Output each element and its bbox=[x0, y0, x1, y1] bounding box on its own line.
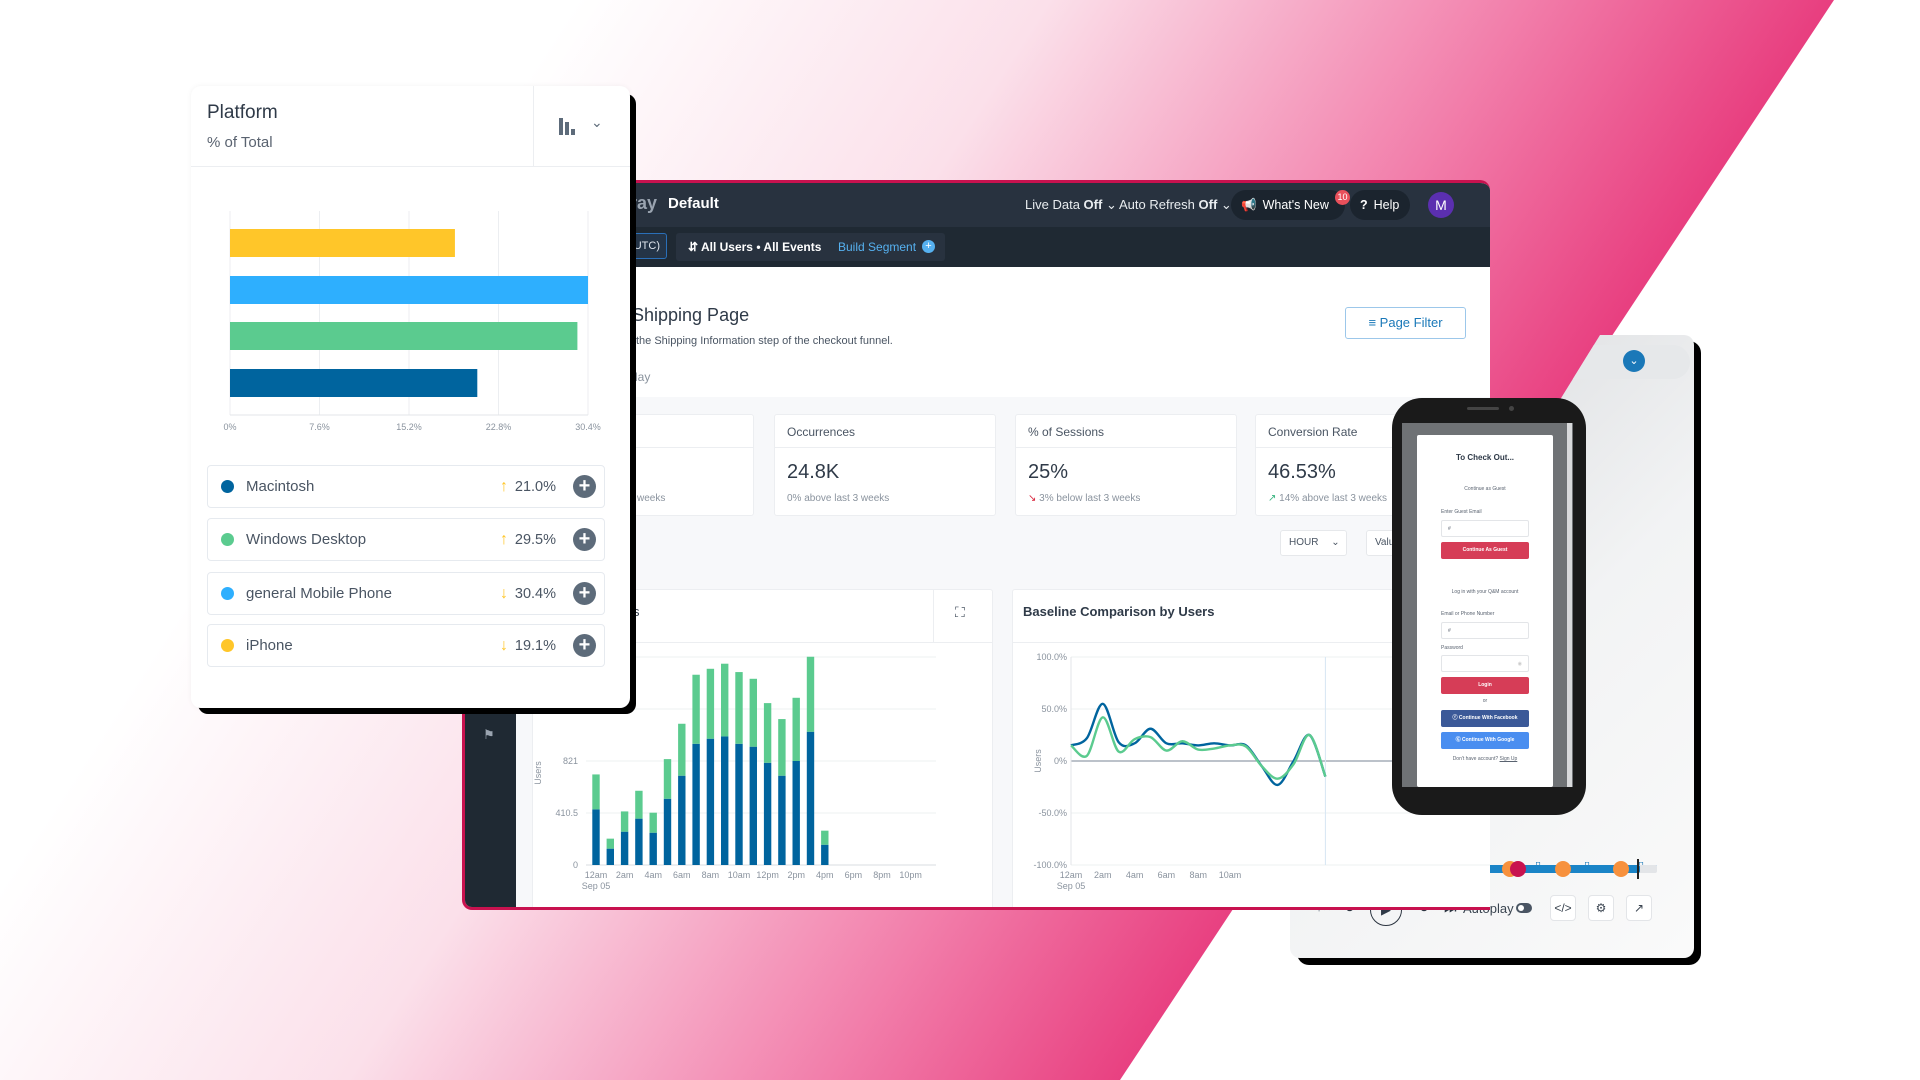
continue-as-guest-button[interactable]: Continue As Guest bbox=[1441, 542, 1529, 559]
series-line-secondary bbox=[1070, 716, 1327, 780]
checkout-title: To Check Out... bbox=[1455, 453, 1515, 462]
platform-name: Windows Desktop bbox=[246, 531, 367, 548]
playhead[interactable] bbox=[1637, 859, 1639, 879]
email-label: Email or Phone Number bbox=[1441, 611, 1495, 617]
platform-name: iPhone bbox=[246, 637, 293, 654]
y-tick-label: 100.0% bbox=[1036, 652, 1067, 662]
platform-name: Macintosh bbox=[246, 478, 315, 495]
or-divider: or bbox=[1482, 698, 1488, 704]
platform-percent: 30.4% bbox=[514, 585, 556, 602]
add-filter-icon[interactable]: + bbox=[573, 528, 596, 551]
platform-row[interactable]: general Mobile Phone ↓ 30.4% + bbox=[207, 572, 605, 615]
facebook-label: Continue With Facebook bbox=[1458, 715, 1518, 721]
x-tick-label: 22.8% bbox=[486, 422, 512, 432]
legend-dot bbox=[221, 587, 234, 600]
autoplay-toggle[interactable] bbox=[1516, 903, 1532, 913]
scrollbar[interactable] bbox=[1567, 423, 1572, 787]
email-input[interactable]: # bbox=[1441, 622, 1529, 639]
y-axis-label: Users bbox=[1033, 749, 1043, 773]
x-tick-label: 30.4% bbox=[575, 422, 601, 432]
x-sub-label: Sep 05 bbox=[1057, 881, 1086, 891]
bar-iphone bbox=[230, 229, 455, 257]
phone-screen: To Check Out... Continue as Guest Enter … bbox=[1402, 423, 1573, 787]
open-external-icon[interactable]: ↗ bbox=[1626, 895, 1652, 921]
sign-up-link[interactable]: Sign Up bbox=[1500, 756, 1518, 762]
y-tick-label: 0% bbox=[1054, 756, 1067, 766]
platform-row[interactable]: Macintosh ↑ 21.0% + bbox=[207, 465, 605, 508]
x-tick-label: 0% bbox=[223, 422, 236, 432]
y-tick-label: -50.0% bbox=[1038, 808, 1067, 818]
y-tick-label: 50.0% bbox=[1041, 704, 1067, 714]
x-tick-label: 7.6% bbox=[309, 422, 330, 432]
y-tick-label: -100.0% bbox=[1033, 860, 1067, 870]
phone-mockup: To Check Out... Continue as Guest Enter … bbox=[1392, 398, 1586, 815]
google-button[interactable]: Ⓖ Continue With Google bbox=[1441, 732, 1529, 749]
add-filter-icon[interactable]: + bbox=[573, 634, 596, 657]
password-label: Password bbox=[1441, 645, 1463, 651]
add-filter-icon[interactable]: + bbox=[573, 475, 596, 498]
phone-speaker bbox=[1467, 407, 1499, 410]
x-tick-label: 4am bbox=[1126, 870, 1144, 880]
legend-dot bbox=[221, 480, 234, 493]
no-account-text: Don't have account? bbox=[1452, 756, 1499, 762]
facebook-button[interactable]: ⓕ Continue With Facebook bbox=[1441, 710, 1529, 727]
guest-email-label: Enter Guest Email bbox=[1441, 509, 1482, 515]
arrow-down-icon: ↓ bbox=[500, 636, 508, 654]
password-input[interactable]: ◉ bbox=[1441, 655, 1529, 672]
platform-row[interactable]: Windows Desktop ↑ 29.5% + bbox=[207, 518, 605, 561]
arrow-up-icon: ↑ bbox=[500, 477, 508, 495]
bar-windows-desktop bbox=[230, 322, 578, 350]
event-marker bbox=[1613, 861, 1629, 877]
error-marker bbox=[1510, 861, 1526, 877]
guest-email-input[interactable]: # bbox=[1441, 520, 1529, 537]
eye-icon[interactable]: ◉ bbox=[1518, 661, 1522, 667]
x-tick-label: 6am bbox=[1158, 870, 1176, 880]
legend-dot bbox=[221, 639, 234, 652]
arrow-down-icon: ↓ bbox=[500, 584, 508, 602]
bar-general-mobile-phone bbox=[230, 276, 588, 304]
login-button[interactable]: Login bbox=[1441, 677, 1529, 694]
checkout-form: To Check Out... Continue as Guest Enter … bbox=[1417, 435, 1553, 787]
x-tick-label: 8am bbox=[1189, 870, 1207, 880]
guest-label: Continue as Guest bbox=[1464, 486, 1506, 492]
platform-name: general Mobile Phone bbox=[246, 585, 392, 602]
platform-card: Platform % of Total ⌄ 0% 7.6% 15.2% 22.8% 30… bbox=[191, 86, 630, 708]
bar-macintosh bbox=[230, 369, 478, 397]
platform-bar-chart: 0% 7.6% 15.2% 22.8% 30.4% bbox=[223, 211, 601, 432]
chevron-down-icon[interactable]: ⌄ bbox=[1623, 350, 1645, 372]
add-filter-icon[interactable]: + bbox=[573, 582, 596, 605]
x-tick-label: 12am bbox=[1060, 870, 1083, 880]
platform-row[interactable]: iPhone ↓ 19.1% + bbox=[207, 624, 605, 667]
x-tick-label: 10am bbox=[1219, 870, 1242, 880]
login-heading: Log in with your Q&M account bbox=[1451, 589, 1519, 595]
settings-gear-icon[interactable]: ⚙ bbox=[1588, 895, 1614, 921]
x-tick-label: 15.2% bbox=[396, 422, 422, 432]
phone-camera bbox=[1509, 406, 1514, 411]
platform-percent: 19.1% bbox=[514, 637, 556, 654]
arrow-up-icon: ↑ bbox=[500, 530, 508, 548]
platform-percent: 21.0% bbox=[514, 478, 556, 495]
code-button[interactable]: </> bbox=[1550, 895, 1576, 921]
legend-dot bbox=[221, 533, 234, 546]
platform-percent: 29.5% bbox=[514, 531, 556, 548]
x-tick-label: 2am bbox=[1094, 870, 1112, 880]
event-marker bbox=[1555, 861, 1571, 877]
google-label: Continue With Google bbox=[1461, 737, 1515, 743]
